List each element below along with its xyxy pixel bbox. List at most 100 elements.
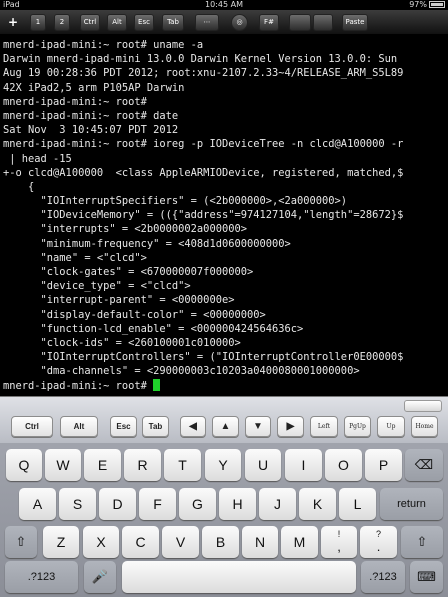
extra-tab-key[interactable]: Tab bbox=[142, 416, 169, 437]
terminal-output[interactable]: mnerd-ipad-mini:~ root# uname -a Darwin … bbox=[0, 36, 448, 396]
settings-circle-icon[interactable]: ◎ bbox=[231, 14, 248, 31]
arrow-left-key[interactable]: ◀ bbox=[180, 416, 206, 437]
battery-icon bbox=[429, 1, 445, 8]
terminal-line: "clock-gates" = <670000007f000000> bbox=[3, 266, 254, 278]
key-l[interactable]: L bbox=[339, 488, 376, 520]
terminal-line: Darwin mnerd-ipad-mini 13.0.0 Darwin Ker… bbox=[3, 53, 398, 66]
key-s[interactable]: S bbox=[59, 488, 96, 520]
toolbar-ctrl-button[interactable]: Ctrl bbox=[80, 14, 100, 31]
numbers-left-key[interactable]: .?123 bbox=[5, 561, 78, 593]
key-m[interactable]: M bbox=[281, 526, 318, 558]
key-t[interactable]: T bbox=[164, 449, 201, 481]
terminal-line: "function-lcd_enable" = <000000424564636… bbox=[3, 322, 304, 335]
arrow-up-key[interactable]: ▲ bbox=[212, 416, 239, 437]
pgup-key[interactable]: PgUp bbox=[344, 416, 371, 437]
key-d[interactable]: D bbox=[99, 488, 136, 520]
terminal-line: "interrupts" = <2b0000002a000000> bbox=[3, 223, 247, 236]
terminal-prompt: mnerd-ipad-mini:~ root# bbox=[3, 379, 154, 392]
terminal-line: 42X iPad2,5 arm P105AP Darwin bbox=[3, 81, 185, 94]
key-u[interactable]: U bbox=[245, 449, 281, 481]
toolbar-alt-button[interactable]: Alt bbox=[107, 14, 127, 31]
extra-esc-key[interactable]: Esc bbox=[110, 416, 137, 437]
key-k[interactable]: K bbox=[299, 488, 336, 520]
add-tab-button[interactable]: + bbox=[6, 14, 20, 31]
extra-keys-row: Ctrl Alt Esc Tab ◀ ▲ ▼ ▶ Left PgUp Up Ho… bbox=[0, 396, 448, 443]
more-keys-button[interactable]: ⋯ bbox=[195, 14, 219, 31]
key-a[interactable]: A bbox=[19, 488, 56, 520]
key-j[interactable]: J bbox=[259, 488, 296, 520]
key-i[interactable]: I bbox=[285, 449, 322, 481]
clock: 10:45 AM bbox=[205, 0, 243, 9]
key-v[interactable]: V bbox=[162, 526, 199, 558]
session-1-button[interactable]: 1 bbox=[30, 14, 46, 31]
key-f[interactable]: F bbox=[139, 488, 176, 520]
terminal-line: "display-default-color" = <00000000> bbox=[3, 308, 266, 321]
terminal-line: "clock-ids" = <260100001c010000> bbox=[3, 336, 241, 349]
key-question-period[interactable]: ? . bbox=[360, 526, 397, 558]
key-z[interactable]: Z bbox=[43, 526, 79, 558]
key-q[interactable]: Q bbox=[6, 449, 42, 481]
arrow-down-key[interactable]: ▼ bbox=[245, 416, 271, 437]
session-2-button[interactable]: 2 bbox=[54, 14, 70, 31]
key-c[interactable]: C bbox=[122, 526, 159, 558]
terminal-line: "dma-channels" = <290000003c10203a040008… bbox=[3, 365, 360, 378]
battery-percent: 97% bbox=[409, 0, 427, 9]
microphone-icon[interactable]: 🎤 bbox=[84, 561, 116, 593]
terminal-line: mnerd-ipad-mini:~ root# date bbox=[3, 109, 179, 122]
terminal-line: "name" = <"clcd"> bbox=[3, 251, 147, 264]
blank-toolbar-button[interactable] bbox=[289, 14, 311, 31]
terminal-line: "interrupt-parent" = <0000000e> bbox=[3, 294, 235, 307]
key-r[interactable]: R bbox=[124, 449, 161, 481]
key-period-label: . bbox=[376, 539, 381, 554]
key-h[interactable]: H bbox=[219, 488, 256, 520]
battery-indicator: 97% bbox=[409, 0, 445, 10]
terminal-line: mnerd-ipad-mini:~ root# uname -a bbox=[3, 39, 204, 51]
terminal-line: "IODeviceMemory" = (({"address"=97412710… bbox=[3, 209, 404, 222]
shift-right-key[interactable]: ⇧ bbox=[401, 526, 443, 558]
key-x[interactable]: X bbox=[83, 526, 119, 558]
up-text-key[interactable]: Up bbox=[377, 416, 405, 437]
function-keys-button[interactable]: F# bbox=[259, 14, 279, 31]
status-bar: iPad 10:45 AM 97% bbox=[0, 0, 448, 10]
hide-keyboard-icon[interactable]: ⌨ bbox=[410, 561, 443, 593]
terminal-line: { bbox=[3, 180, 35, 193]
paste-button[interactable]: Paste bbox=[342, 14, 368, 31]
terminal-cursor bbox=[153, 378, 161, 391]
terminal-line: "device_type" = <"clcd"> bbox=[3, 280, 191, 293]
blank-toolbar-button-2[interactable] bbox=[313, 14, 333, 31]
on-screen-keyboard: Ctrl Alt Esc Tab ◀ ▲ ▼ ▶ Left PgUp Up Ho… bbox=[0, 396, 448, 597]
terminal-line: +-o clcd@A100000 <class AppleARMIODevice… bbox=[3, 166, 404, 179]
terminal-toolbar: + 1 2 Ctrl Alt Esc Tab ⋯ ◎ F# Paste bbox=[0, 10, 448, 35]
key-exclaim-comma[interactable]: ! , bbox=[321, 526, 357, 558]
key-p[interactable]: P bbox=[365, 449, 402, 481]
numbers-right-key[interactable]: .?123 bbox=[361, 561, 405, 593]
shift-left-key[interactable]: ⇧ bbox=[5, 526, 37, 558]
toolbar-esc-button[interactable]: Esc bbox=[134, 14, 154, 31]
home-key[interactable]: Home bbox=[411, 416, 438, 437]
key-g[interactable]: G bbox=[179, 488, 216, 520]
arrow-right-key[interactable]: ▶ bbox=[277, 416, 304, 437]
key-w[interactable]: W bbox=[45, 449, 81, 481]
space-key[interactable] bbox=[122, 561, 356, 593]
left-key[interactable]: Left bbox=[310, 416, 338, 437]
terminal-line: Aug 19 00:28:36 PDT 2012; root:xnu-2107.… bbox=[3, 67, 404, 80]
key-e[interactable]: E bbox=[84, 449, 121, 481]
terminal-line: mnerd-ipad-mini:~ root# bbox=[3, 95, 147, 108]
backspace-key[interactable]: ⌫ bbox=[405, 449, 443, 481]
terminal-line: Sat Nov 3 10:45:07 PDT 2012 bbox=[3, 124, 179, 137]
return-key[interactable]: return bbox=[380, 488, 443, 520]
key-y[interactable]: Y bbox=[205, 449, 241, 481]
terminal-line: | head -15 bbox=[3, 152, 72, 165]
key-o[interactable]: O bbox=[325, 449, 362, 481]
extra-alt-key[interactable]: Alt bbox=[60, 416, 98, 437]
key-n[interactable]: N bbox=[242, 526, 278, 558]
extra-ctrl-key[interactable]: Ctrl bbox=[11, 416, 53, 437]
terminal-line: "IOInterruptSpecifiers" = (<2b000000>,<2… bbox=[3, 195, 348, 208]
terminal-line: mnerd-ipad-mini:~ root# ioreg -p IODevic… bbox=[3, 138, 404, 151]
terminal-line: "minimum-frequency" = <408d1d0600000000> bbox=[3, 237, 291, 250]
extra-keys-collapse-handle[interactable] bbox=[404, 400, 442, 412]
toolbar-tab-button[interactable]: Tab bbox=[162, 14, 184, 31]
key-b[interactable]: B bbox=[202, 526, 239, 558]
key-comma-label: , bbox=[337, 539, 341, 554]
terminal-line: "IOInterruptControllers" = ("IOInterrupt… bbox=[3, 351, 404, 364]
